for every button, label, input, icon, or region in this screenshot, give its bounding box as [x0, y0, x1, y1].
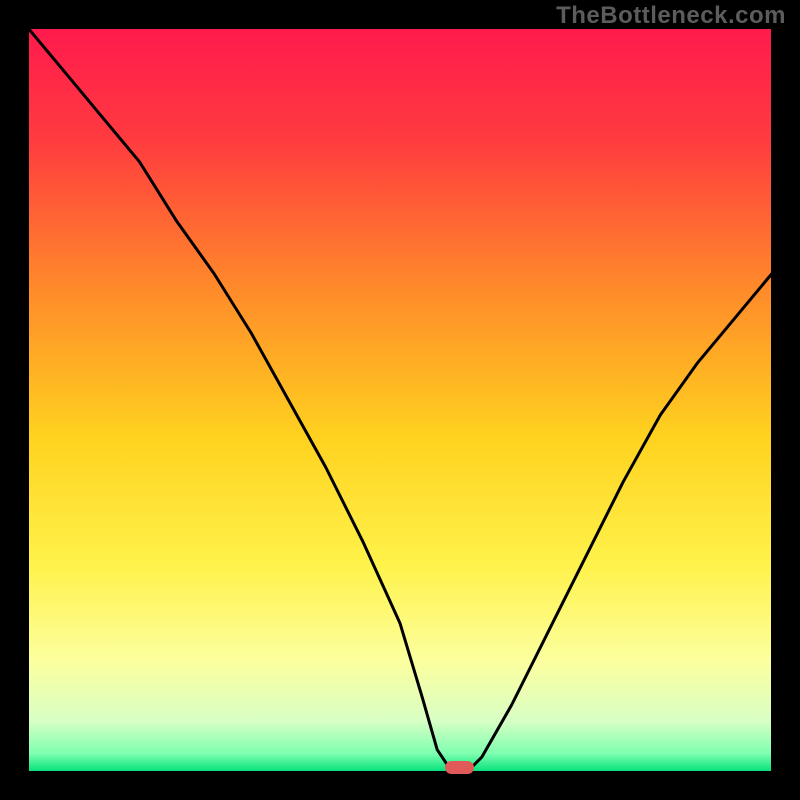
chart-svg	[0, 0, 800, 800]
chart-frame: { "watermark": "TheBottleneck.com", "cha…	[0, 0, 800, 800]
watermark-text: TheBottleneck.com	[556, 2, 786, 30]
optimum-marker	[446, 762, 474, 774]
plot-background	[28, 28, 772, 772]
